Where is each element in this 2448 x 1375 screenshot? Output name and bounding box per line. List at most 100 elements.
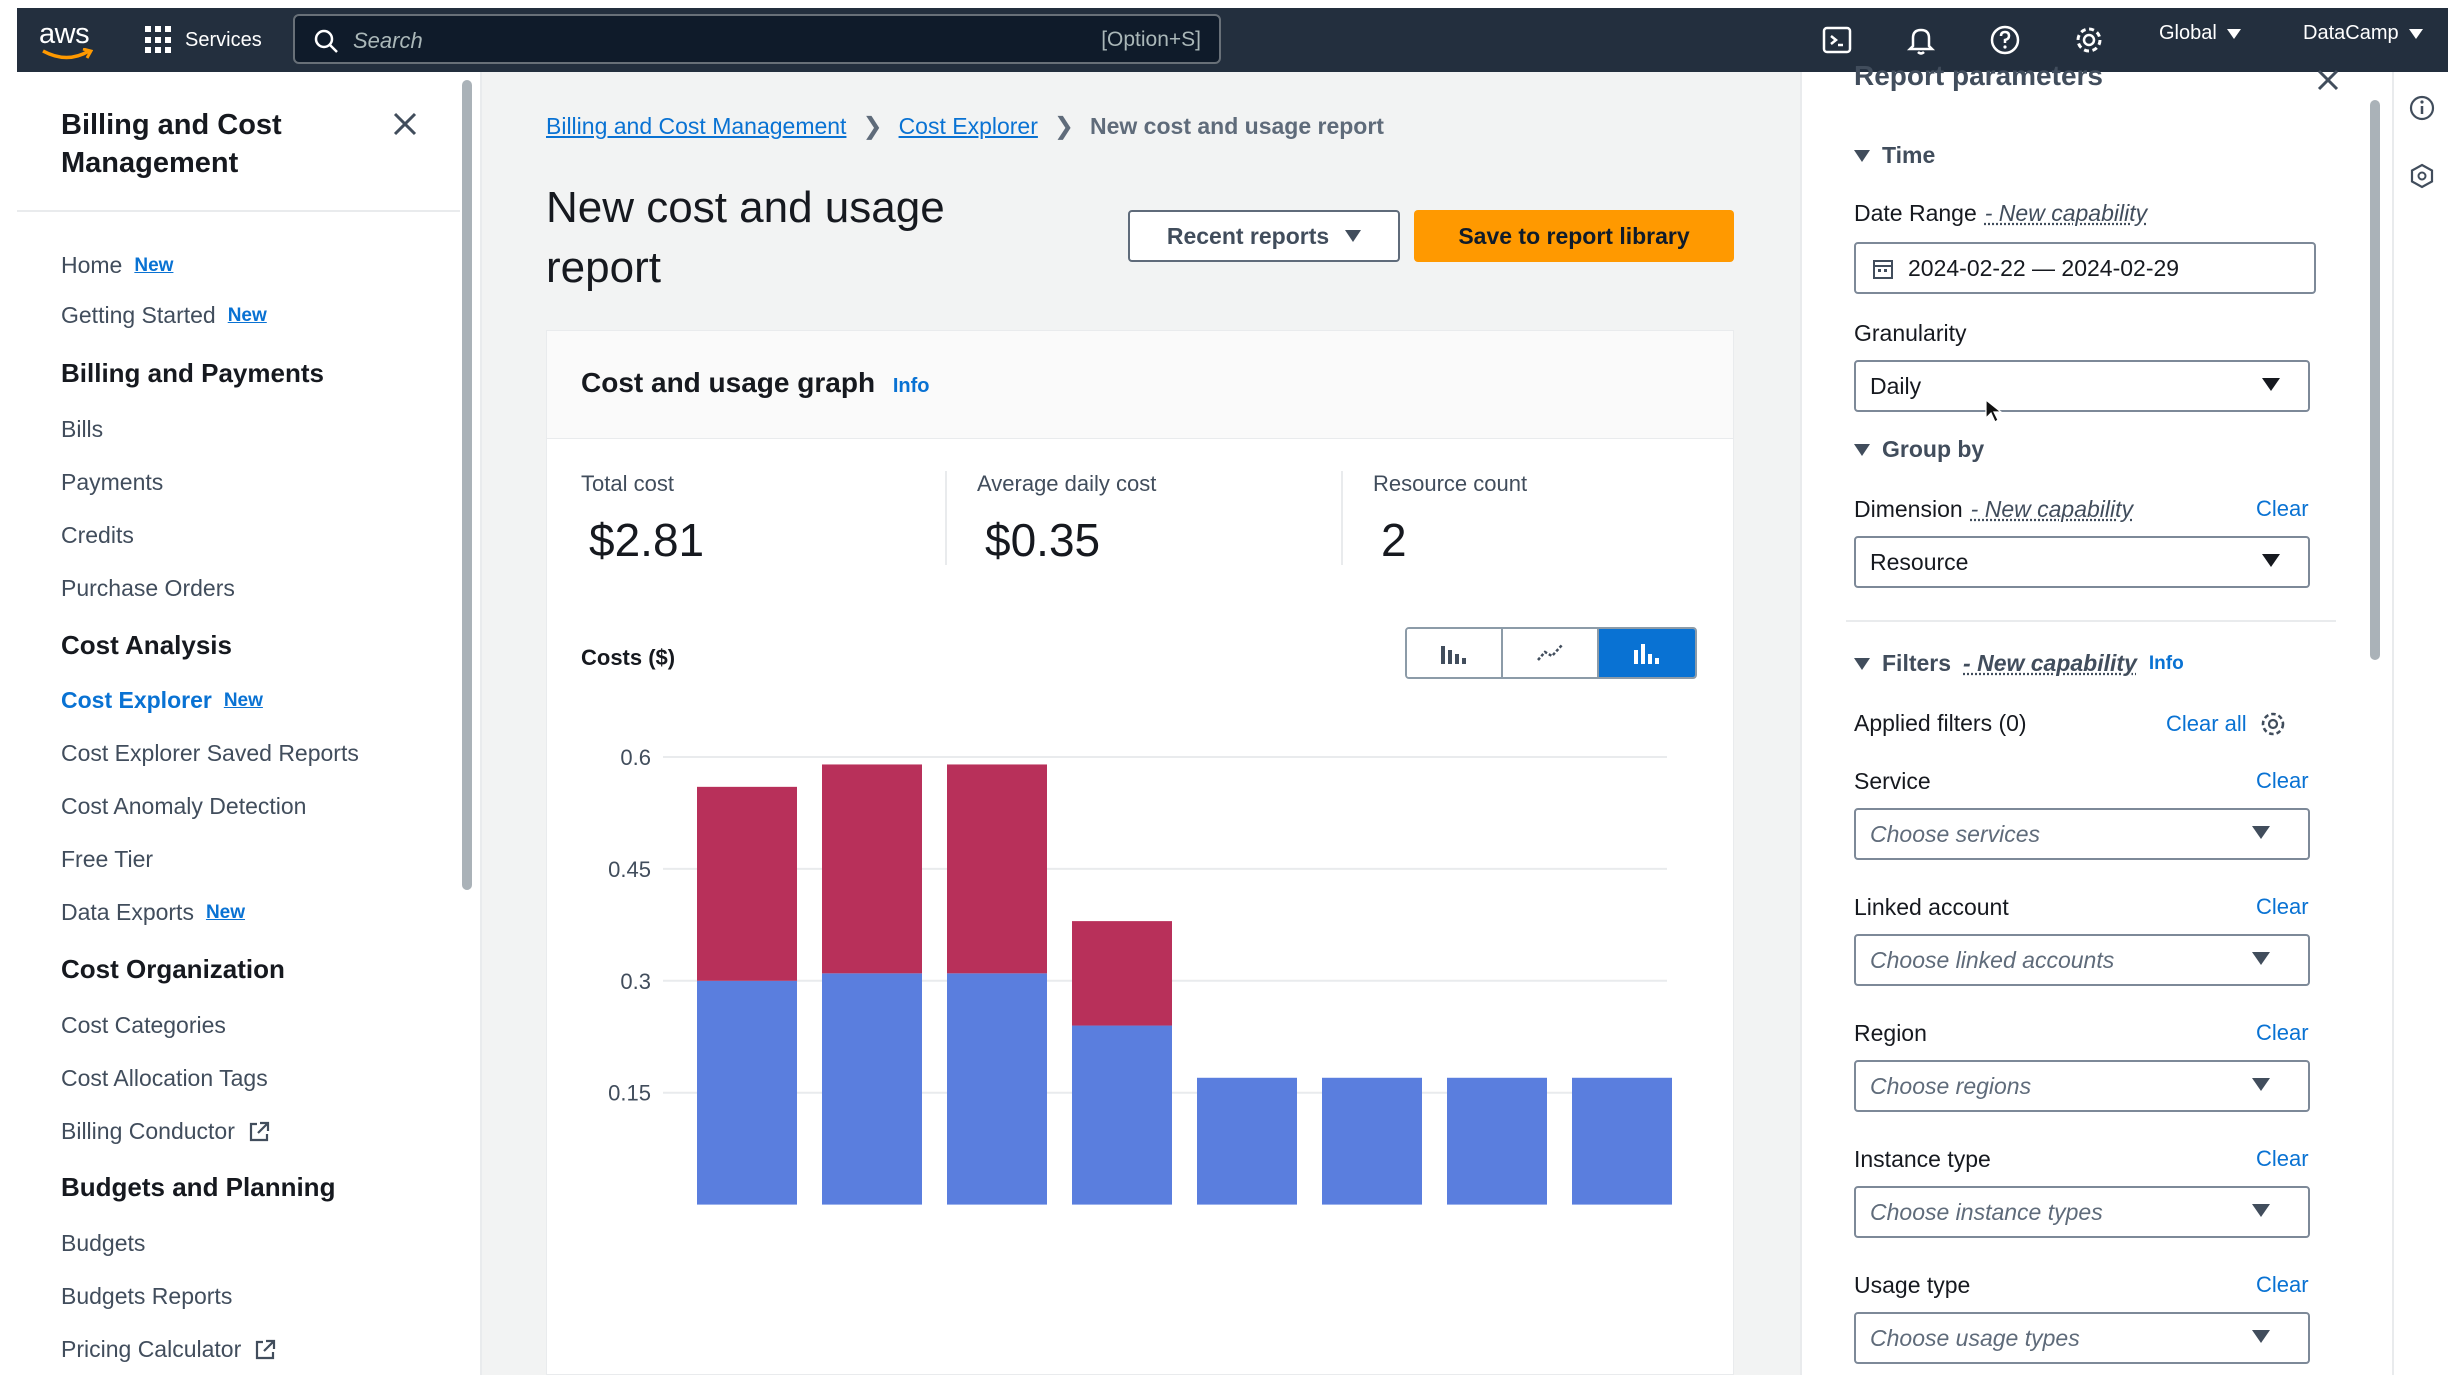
service-filter-select[interactable]: Choose services xyxy=(1854,808,2310,860)
close-icon[interactable] xyxy=(2314,66,2342,94)
line-chart-toggle[interactable] xyxy=(1503,629,1599,677)
dimension-select[interactable]: Resource xyxy=(1854,536,2310,588)
chart-bar-segment-series-2[interactable] xyxy=(822,764,922,973)
sidebar-item-label: Cost Explorer xyxy=(61,687,212,714)
kpi-value: $0.35 xyxy=(985,513,1357,567)
sidebar-item-getting-started[interactable]: Getting Started New xyxy=(61,302,267,329)
sidebar-item-cost-anomaly-detection[interactable]: Cost Anomaly Detection xyxy=(61,793,306,820)
service-filter-label: Service xyxy=(1854,768,1931,795)
instance-type-clear-link[interactable]: Clear xyxy=(2256,1146,2309,1172)
sidebar-item-cost-categories[interactable]: Cost Categories xyxy=(61,1012,226,1039)
sidebar-item-home[interactable]: Home New xyxy=(61,252,173,279)
sidebar-item-budgets-reports[interactable]: Budgets Reports xyxy=(61,1283,232,1310)
side-navigation: Billing and Cost Management Home New Get… xyxy=(17,72,460,1375)
chart-bar-segment-series-2[interactable] xyxy=(697,787,797,981)
stacked-bar-chart-toggle[interactable] xyxy=(1599,629,1695,677)
new-badge: New xyxy=(228,305,267,327)
chart-bar-segment-series-1[interactable] xyxy=(822,973,922,1204)
chart-bar-segment-series-1[interactable] xyxy=(1197,1078,1297,1205)
chart-bar-segment-series-1[interactable] xyxy=(1072,1026,1172,1205)
select-placeholder: Choose instance types xyxy=(1870,1199,2103,1226)
sidebar-item-free-tier[interactable]: Free Tier xyxy=(61,846,153,873)
chart-bar-segment-series-1[interactable] xyxy=(697,981,797,1205)
sidebar-item-label: Home xyxy=(61,252,122,279)
caret-down-icon xyxy=(1854,150,1870,162)
sidebar-item-billing-conductor[interactable]: Billing Conductor xyxy=(61,1118,271,1145)
sidebar-item-cost-explorer-saved-reports[interactable]: Cost Explorer Saved Reports xyxy=(61,740,359,767)
region-clear-link[interactable]: Clear xyxy=(2256,1020,2309,1046)
mouse-cursor-icon xyxy=(1984,398,2004,424)
time-section-toggle[interactable]: Time xyxy=(1854,142,1935,169)
new-capability-tag: - New capability xyxy=(1971,496,2133,523)
y-tick-label: 0.3 xyxy=(620,969,651,994)
filter-settings-gear-icon[interactable] xyxy=(2259,710,2287,738)
sidebar-item-pricing-calculator[interactable]: Pricing Calculator xyxy=(61,1336,277,1363)
usage-type-filter-select[interactable]: Choose usage types xyxy=(1854,1312,2310,1364)
recent-reports-button[interactable]: Recent reports xyxy=(1128,210,1400,262)
search-shortcut-hint: [Option+S] xyxy=(1101,28,1201,52)
aws-logo[interactable]: aws xyxy=(39,18,95,62)
cost-usage-graph-card: Cost and usage graph Info Total cost $2.… xyxy=(546,330,1734,1375)
granularity-label: Granularity xyxy=(1854,320,1966,347)
info-link[interactable]: Info xyxy=(893,375,930,397)
chart-bar-segment-series-2[interactable] xyxy=(1072,921,1172,1025)
date-range-picker[interactable]: 2024-02-22 — 2024-02-29 xyxy=(1854,242,2316,294)
save-to-report-library-button[interactable]: Save to report library xyxy=(1414,210,1734,262)
group-by-section-toggle[interactable]: Group by xyxy=(1854,436,1984,463)
linked-account-filter-select[interactable]: Choose linked accounts xyxy=(1854,934,2310,986)
chart-bar-segment-series-1[interactable] xyxy=(1572,1078,1672,1205)
chart-bar-segment-series-1[interactable] xyxy=(947,973,1047,1204)
usage-type-clear-link[interactable]: Clear xyxy=(2256,1272,2309,1298)
sidebar-item-credits[interactable]: Credits xyxy=(61,522,134,549)
account-menu[interactable]: DataCamp xyxy=(2303,22,2423,45)
sidebar-item-bills[interactable]: Bills xyxy=(61,416,103,443)
bar-chart-toggle[interactable] xyxy=(1407,629,1503,677)
cloudshell-icon[interactable] xyxy=(1821,24,1853,56)
services-menu-button[interactable]: Services xyxy=(145,20,262,60)
feedback-hexagon-icon[interactable] xyxy=(2408,162,2436,190)
dimension-label: Dimension - New capability xyxy=(1854,496,2133,523)
sidebar-title: Billing and Cost Management xyxy=(61,106,361,182)
kpi-label: Total cost xyxy=(581,471,961,497)
breadcrumb-link-billing[interactable]: Billing and Cost Management xyxy=(546,113,846,140)
sidebar-item-cost-allocation-tags[interactable]: Cost Allocation Tags xyxy=(61,1065,268,1092)
sidebar-item-payments[interactable]: Payments xyxy=(61,469,163,496)
region-filter-select[interactable]: Choose regions xyxy=(1854,1060,2310,1112)
breadcrumb-link-cost-explorer[interactable]: Cost Explorer xyxy=(899,113,1038,140)
sidebar-section-cost-analysis: Cost Analysis xyxy=(61,630,232,661)
account-label: DataCamp xyxy=(2303,22,2399,45)
sidebar-item-purchase-orders[interactable]: Purchase Orders xyxy=(61,575,235,602)
notifications-bell-icon[interactable] xyxy=(1905,24,1937,56)
chart-bar-segment-series-2[interactable] xyxy=(947,764,1047,973)
region-selector[interactable]: Global xyxy=(2159,22,2241,45)
linked-account-clear-link[interactable]: Clear xyxy=(2256,894,2309,920)
service-clear-link[interactable]: Clear xyxy=(2256,768,2309,794)
info-link[interactable]: Info xyxy=(2149,653,2184,675)
info-circle-icon[interactable] xyxy=(2408,94,2436,122)
sidebar-item-cost-explorer[interactable]: Cost Explorer New xyxy=(61,687,263,714)
panel-title: Report parameters xyxy=(1854,60,2103,92)
sidebar-scrollbar[interactable] xyxy=(462,80,472,890)
granularity-value: Daily xyxy=(1870,373,1921,400)
granularity-select[interactable]: Daily xyxy=(1854,360,2310,412)
y-tick-label: 0.6 xyxy=(620,745,651,770)
report-parameters-panel: Report parameters Time Date Range - New … xyxy=(1800,72,2390,1375)
global-search-input[interactable]: Search [Option+S] xyxy=(293,14,1221,64)
chart-bar-segment-series-1[interactable] xyxy=(1322,1078,1422,1205)
sidebar-section-cost-organization: Cost Organization xyxy=(61,954,285,985)
instance-type-filter-select[interactable]: Choose instance types xyxy=(1854,1186,2310,1238)
sidebar-item-data-exports[interactable]: Data Exports New xyxy=(61,899,245,926)
kpi-resource-count: Resource count 2 xyxy=(1373,471,1753,567)
select-placeholder: Choose usage types xyxy=(1870,1325,2080,1352)
sidebar-item-budgets[interactable]: Budgets xyxy=(61,1230,145,1257)
dimension-clear-link[interactable]: Clear xyxy=(2256,496,2309,522)
chart-bar-segment-series-1[interactable] xyxy=(1447,1078,1547,1205)
filters-section-toggle[interactable]: Filters - New capability Info xyxy=(1854,650,2184,677)
clear-all-link[interactable]: Clear all xyxy=(2166,711,2247,737)
clear-all-group: Clear all xyxy=(2166,710,2287,738)
settings-gear-icon[interactable] xyxy=(2073,24,2105,56)
help-icon[interactable] xyxy=(1989,24,2021,56)
select-placeholder: Choose linked accounts xyxy=(1870,947,2114,974)
panel-scrollbar[interactable] xyxy=(2370,100,2380,660)
close-icon[interactable] xyxy=(389,108,421,140)
